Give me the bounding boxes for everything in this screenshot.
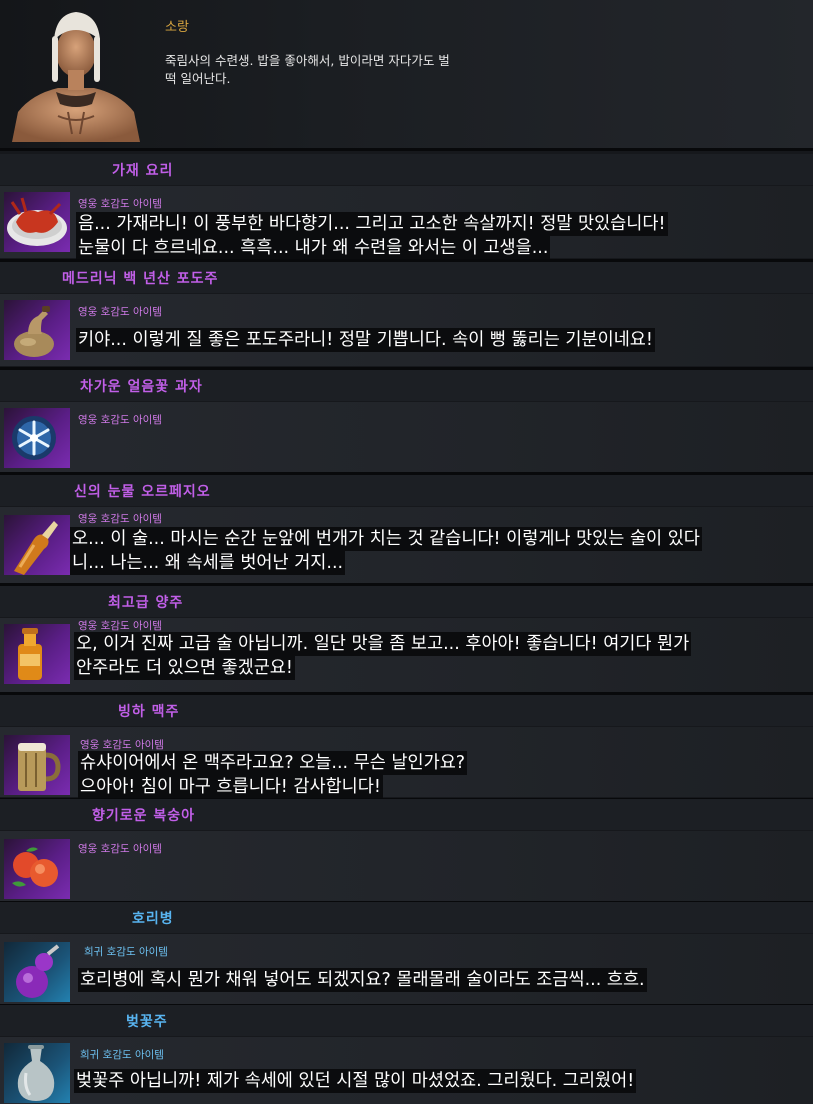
item-title-bar: 벚꽃주 (0, 1005, 813, 1036)
quote-line: 오, 이거 진짜 고급 술 아닙니까. 일단 맛을 좀 보고... 후아아! 좋… (76, 634, 690, 654)
item-quote: 음... 가재라니! 이 풍부한 바다향기... 그리고 고소한 속살까지! 정… (78, 212, 666, 260)
item-grade: 영웅 호감도 아이템 (78, 843, 162, 855)
item-card[interactable]: 희귀 호감도 아이템 벚꽃주 아닙니까! 제가 속세에 있던 시절 많이 마셨었… (0, 1037, 813, 1104)
quote-line: 벚꽃주 아닙니까! 제가 속세에 있던 시절 많이 마셨었죠. 그리웠다. 그리… (76, 1071, 635, 1091)
item-title-bar: 메드리닉 백 년산 포도주 (0, 262, 813, 293)
item-title-bar: 최고급 양주 (0, 586, 813, 617)
item-grade: 영웅 호감도 아이템 (80, 739, 164, 751)
item-quote: 호리병에 혹시 뭔가 채워 넣어도 되겠지요? 몰래몰래 술이라도 조금씩...… (80, 968, 645, 992)
item-name: 메드리닉 백 년산 포도주 (62, 271, 219, 287)
npc-header: 소랑 죽림사의 수련생. 밥을 좋아해서, 밥이라면 자다가도 벌떡 일어난다. (0, 0, 813, 148)
item-card[interactable]: 영웅 호감도 아이템 오... 이 술... 마시는 순간 눈앞에 번개가 치는… (0, 507, 813, 583)
npc-description: 죽림사의 수련생. 밥을 좋아해서, 밥이라면 자다가도 벌떡 일어난다. (165, 53, 450, 86)
gourd-bottle-icon (4, 942, 70, 1002)
quote-line: 호리병에 혹시 뭔가 채워 넣어도 되겠지요? 몰래몰래 술이라도 조금씩...… (80, 970, 645, 990)
item-quote: 벚꽃주 아닙니까! 제가 속세에 있던 시절 많이 마셨었죠. 그리웠다. 그리… (76, 1069, 635, 1093)
quote-line: 니... 나는... 왜 속세를 벗어난 거지... (72, 553, 344, 573)
item-grade: 영웅 호감도 아이템 (78, 620, 162, 632)
item-name: 가재 요리 (112, 163, 174, 179)
item-grade: 희귀 호감도 아이템 (84, 946, 168, 958)
item-title-bar: 빙하 맥주 (0, 695, 813, 726)
peach-icon (4, 839, 70, 899)
item-title-bar: 향기로운 복숭아 (0, 799, 813, 830)
item-card[interactable]: 영웅 호감도 아이템 (0, 402, 813, 472)
quote-line: 안주라도 더 있으면 좋겠군요! (76, 658, 293, 678)
item-quote: 키야... 이렇게 질 좋은 포도주라니! 정말 기쁩니다. 속이 뻥 뚫리는 … (78, 328, 653, 352)
item-card[interactable]: 영웅 호감도 아이템 오, 이거 진짜 고급 술 아닙니까. 일단 맛을 좀 보… (0, 618, 813, 692)
item-quote: 오, 이거 진짜 고급 술 아닙니까. 일단 맛을 좀 보고... 후아아! 좋… (76, 632, 690, 680)
whiskey-bottle-icon (4, 624, 70, 684)
beer-mug-icon (4, 735, 70, 795)
item-card[interactable]: 영웅 호감도 아이템 키야... 이렇게 질 좋은 포도주라니! 정말 기쁩니다… (0, 294, 813, 366)
quote-line: 오... 이 술... 마시는 순간 눈앞에 번개가 치는 것 같습니다! 이렇… (72, 529, 700, 549)
quote-line: 음... 가재라니! 이 풍부한 바다향기... 그리고 고소한 속살까지! 정… (78, 214, 666, 234)
item-card[interactable]: 영웅 호감도 아이템 음... 가재라니! 이 풍부한 바다향기... 그리고 … (0, 186, 813, 258)
item-title-bar: 가재 요리 (0, 154, 813, 185)
vase-bottle-icon (4, 1043, 70, 1103)
item-name: 신의 눈물 오르페지오 (74, 484, 211, 500)
item-grade: 영웅 호감도 아이템 (78, 198, 162, 210)
item-title-bar: 신의 눈물 오르페지오 (0, 475, 813, 506)
npc-portrait (12, 4, 140, 142)
quote-line: 눈물이 다 흐르네요... 흑흑... 내가 왜 수련을 와서는 이 고생을..… (78, 238, 549, 258)
wine-gourd-icon (4, 300, 70, 360)
npc-name: 소랑 (165, 20, 189, 35)
item-quote: 오... 이 술... 마시는 순간 눈앞에 번개가 치는 것 같습니다! 이렇… (72, 527, 700, 575)
item-card[interactable]: 영웅 호감도 아이템 슈샤이어에서 온 맥주라고요? 오늘... 무슨 날인가요… (0, 727, 813, 797)
quote-line: 슈샤이어에서 온 맥주라고요? 오늘... 무슨 날인가요? (80, 753, 466, 773)
item-name: 호리병 (132, 911, 174, 927)
item-card[interactable]: 희귀 호감도 아이템 호리병에 혹시 뭔가 채워 넣어도 되겠지요? 몰래몰래 … (0, 934, 813, 1004)
item-grade: 영웅 호감도 아이템 (78, 306, 162, 318)
item-name: 최고급 양주 (108, 595, 184, 611)
item-grade: 희귀 호감도 아이템 (80, 1049, 164, 1061)
liquor-bottle-icon (4, 515, 70, 575)
item-name: 빙하 맥주 (118, 704, 180, 720)
item-name: 향기로운 복숭아 (92, 808, 196, 824)
item-grade: 영웅 호감도 아이템 (78, 513, 162, 525)
ice-flower-icon (4, 408, 70, 468)
quote-line: 키야... 이렇게 질 좋은 포도주라니! 정말 기쁩니다. 속이 뻥 뚫리는 … (78, 330, 653, 350)
item-name: 차가운 얼음꽃 과자 (80, 379, 203, 395)
item-name: 벚꽃주 (126, 1014, 168, 1030)
divider (0, 148, 813, 151)
crayfish-dish-icon (4, 192, 70, 252)
item-card[interactable]: 영웅 호감도 아이템 (0, 831, 813, 901)
item-title-bar: 호리병 (0, 902, 813, 933)
item-title-bar: 차가운 얼음꽃 과자 (0, 370, 813, 401)
item-grade: 영웅 호감도 아이템 (78, 414, 162, 426)
quote-line: 으아아! 침이 마구 흐릅니다! 감사합니다! (80, 777, 381, 797)
item-quote: 슈샤이어에서 온 맥주라고요? 오늘... 무슨 날인가요? 으아아! 침이 마… (80, 751, 466, 799)
